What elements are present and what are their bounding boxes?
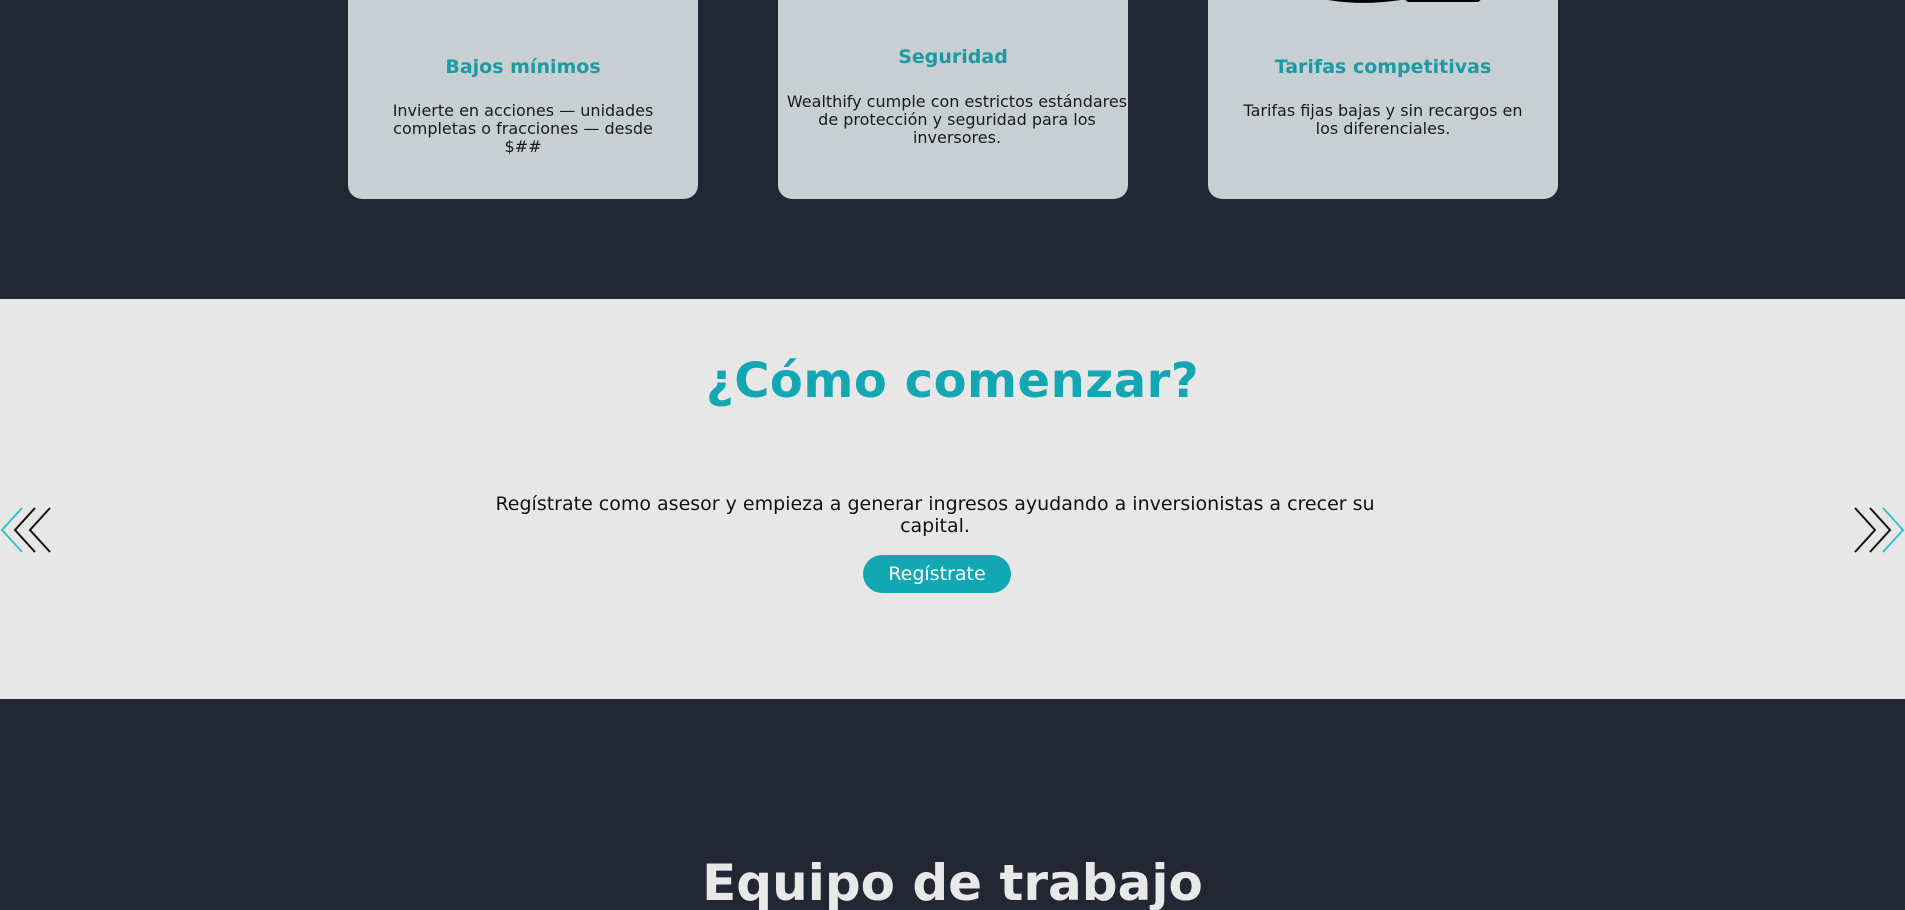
chevron-right-icon[interactable] [1853,504,1905,556]
chevron-left-icon[interactable] [0,504,52,556]
feature-card-title: Tarifas competitivas [1274,56,1492,78]
how-to-start-section: ¿Cómo comenzar? Regístrate como asesor y… [0,299,1905,699]
feature-card-desc: Tarifas fijas bajas y sin recargos en lo… [1243,101,1523,138]
feature-card-desc: Invierte en acciones — unidades completa… [392,101,654,156]
how-to-start-text: Regístrate como asesor y empieza a gener… [495,493,1375,537]
feature-card-low-minimums: Bajos mínimos Invierte en acciones — uni… [348,0,698,199]
team-section: Equipo de trabajo [0,699,1905,910]
section-title: Equipo de trabajo [702,854,1203,910]
feature-card-title: Seguridad [898,46,1008,68]
feature-card-competitive-fees: Tarifas competitivas Tarifas fijas bajas… [1208,0,1558,199]
feature-card-title: Bajos mínimos [445,56,601,78]
features-section: Bajos mínimos Invierte en acciones — uni… [0,0,1905,299]
section-title: ¿Cómo comenzar? [705,353,1200,409]
feature-card-security: Seguridad Wealthify cumple con estrictos… [778,0,1128,199]
wallet-icon [1328,0,1481,3]
register-button[interactable]: Regístrate [863,555,1011,593]
feature-card-desc: Wealthify cumple con estrictos estándare… [786,92,1128,147]
